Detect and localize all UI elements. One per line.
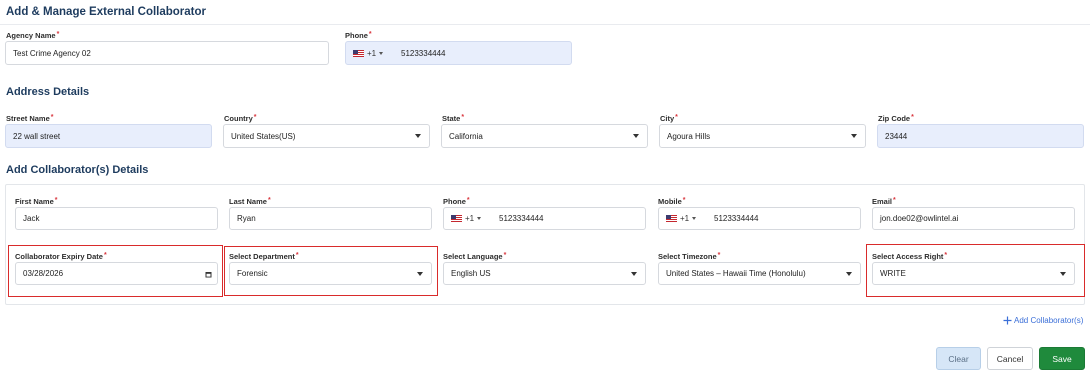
timezone-label: Select Timezone*	[658, 252, 721, 261]
department-value: Forensic	[237, 269, 268, 278]
zip-value: 23444	[885, 131, 908, 141]
clear-button[interactable]: Clear	[936, 347, 981, 370]
expiry-label: Collaborator Expiry Date*	[15, 252, 107, 261]
chevron-down-icon	[633, 134, 639, 138]
chevron-down-icon	[417, 272, 423, 276]
expiry-date-input[interactable]: 03/28/2026	[15, 262, 218, 285]
department-select[interactable]: Forensic	[229, 262, 432, 285]
language-select[interactable]: English US	[443, 262, 646, 285]
state-value: California	[449, 131, 483, 141]
country-value: United States(US)	[231, 131, 296, 141]
email-label: Email*	[872, 197, 896, 206]
agency-name-input[interactable]: Test Crime Agency 02	[5, 41, 329, 65]
last-name-input[interactable]: Ryan	[229, 207, 432, 230]
agency-name-value: Test Crime Agency 02	[13, 48, 91, 58]
timezone-value: United States – Hawaii Time (Honolulu)	[666, 269, 806, 278]
title-divider	[0, 24, 1090, 25]
collab-phone-label: Phone*	[443, 197, 470, 206]
mobile-value: 5123334444	[714, 214, 759, 223]
agency-phone-value: 5123334444	[401, 48, 446, 58]
cancel-button[interactable]: Cancel	[987, 347, 1033, 370]
email-value: jon.doe02@owlintel.ai	[880, 214, 959, 223]
mobile-label: Mobile*	[658, 197, 686, 206]
access-right-select[interactable]: WRITE	[872, 262, 1075, 285]
language-value: English US	[451, 269, 491, 278]
plus-icon	[1003, 316, 1012, 325]
collab-phone-value: 5123334444	[499, 214, 544, 223]
first-name-label: First Name*	[15, 197, 58, 206]
page-title: Add & Manage External Collaborator	[6, 6, 207, 18]
mobile-code[interactable]: +1	[680, 214, 689, 223]
zip-input[interactable]: 23444	[877, 124, 1084, 148]
chevron-down-icon	[851, 134, 857, 138]
us-flag-icon[interactable]	[666, 215, 677, 222]
country-label: Country*	[224, 114, 257, 123]
city-value: Agoura Hills	[667, 131, 711, 141]
add-collaborator-link[interactable]: Add Collaborator(s)	[1003, 316, 1083, 325]
street-label: Street Name*	[6, 114, 54, 123]
country-select[interactable]: United States(US)	[223, 124, 430, 148]
last-name-value: Ryan	[237, 214, 256, 223]
agency-phone-input[interactable]: +1 5123334444	[345, 41, 572, 65]
chevron-down-icon[interactable]	[692, 217, 697, 220]
agency-name-label: Agency Name*	[6, 31, 60, 40]
city-select[interactable]: Agoura Hills	[659, 124, 866, 148]
agency-phone-code[interactable]: +1	[367, 49, 376, 58]
state-label: State*	[442, 114, 465, 123]
chevron-down-icon	[1060, 272, 1066, 276]
mobile-input[interactable]: +1 5123334444	[658, 207, 861, 230]
chevron-down-icon	[631, 272, 637, 276]
language-label: Select Language*	[443, 252, 507, 261]
us-flag-icon[interactable]	[451, 215, 462, 222]
calendar-icon[interactable]	[205, 271, 212, 278]
first-name-value: Jack	[23, 214, 40, 223]
chevron-down-icon	[846, 272, 852, 276]
email-input[interactable]: jon.doe02@owlintel.ai	[872, 207, 1075, 230]
chevron-down-icon[interactable]	[477, 217, 482, 220]
us-flag-icon[interactable]	[353, 49, 364, 57]
chevron-down-icon[interactable]	[379, 51, 384, 55]
state-select[interactable]: California	[441, 124, 648, 148]
collab-phone-code[interactable]: +1	[465, 214, 474, 223]
access-right-label: Select Access Right*	[872, 252, 948, 261]
address-section-title: Address Details	[6, 86, 90, 98]
zip-label: Zip Code*	[878, 114, 914, 123]
save-button[interactable]: Save	[1039, 347, 1085, 370]
department-label: Select Department*	[229, 252, 299, 261]
access-right-value: WRITE	[880, 269, 906, 278]
chevron-down-icon	[415, 134, 421, 138]
add-collaborator-label: Add Collaborator(s)	[1014, 316, 1084, 325]
street-value: 22 wall street	[13, 131, 61, 141]
collaborator-section-title: Add Collaborator(s) Details	[6, 164, 149, 176]
city-label: City*	[660, 114, 678, 123]
agency-phone-label: Phone*	[345, 31, 372, 40]
last-name-label: Last Name*	[229, 197, 271, 206]
first-name-input[interactable]: Jack	[15, 207, 218, 230]
expiry-value: 03/28/2026	[23, 269, 64, 278]
collab-phone-input[interactable]: +1 5123334444	[443, 207, 646, 230]
timezone-select[interactable]: United States – Hawaii Time (Honolulu)	[658, 262, 861, 285]
street-input[interactable]: 22 wall street	[5, 124, 212, 148]
